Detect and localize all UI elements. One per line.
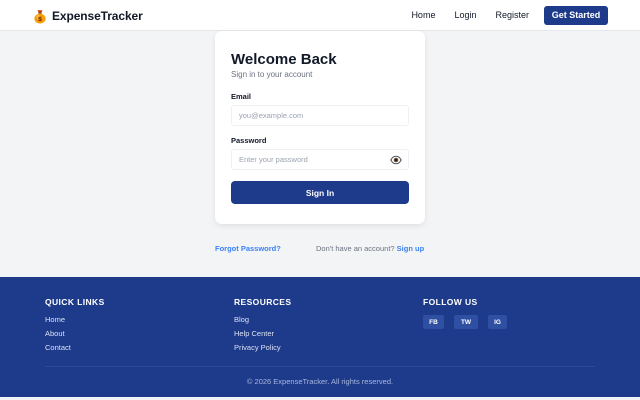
footer-resources: RESOURCES Blog Help Center Privacy Polic… bbox=[234, 297, 291, 357]
svg-text:$: $ bbox=[38, 15, 43, 23]
main-nav: Home Login Register Get Started bbox=[411, 5, 608, 25]
sign-in-button[interactable]: Sign In bbox=[231, 181, 409, 204]
email-field[interactable] bbox=[231, 105, 409, 126]
social-links: FB TW IG bbox=[423, 315, 507, 329]
brand-logo[interactable]: $ ExpenseTracker bbox=[33, 7, 143, 25]
page-subtitle: Sign in to your account bbox=[231, 70, 313, 79]
footer-follow-us: FOLLOW US FB TW IG bbox=[423, 297, 507, 329]
forgot-password-link[interactable]: Forgot Password? bbox=[215, 244, 281, 253]
footer-heading-follow-us: FOLLOW US bbox=[423, 297, 478, 307]
footer-link-contact[interactable]: Contact bbox=[45, 343, 105, 352]
copyright-text: © 2026 ExpenseTracker. All rights reserv… bbox=[246, 377, 394, 386]
footer-heading-quick-links: QUICK LINKS bbox=[45, 297, 105, 307]
instagram-button[interactable]: IG bbox=[488, 315, 507, 329]
password-field[interactable] bbox=[231, 149, 409, 170]
facebook-button[interactable]: FB bbox=[423, 315, 444, 329]
top-navbar: $ ExpenseTracker Home Login Register Get… bbox=[0, 0, 640, 31]
footer-link-blog[interactable]: Blog bbox=[234, 315, 291, 324]
sign-up-link[interactable]: Sign up bbox=[397, 244, 425, 253]
footer-link-about[interactable]: About bbox=[45, 329, 105, 338]
money-bag-icon: $ bbox=[33, 9, 47, 24]
eye-icon[interactable] bbox=[390, 153, 402, 165]
footer-divider bbox=[45, 366, 595, 367]
footer-heading-resources: RESOURCES bbox=[234, 297, 292, 307]
footer-link-privacy-policy[interactable]: Privacy Policy bbox=[234, 343, 291, 352]
page-title: Welcome Back bbox=[231, 51, 337, 68]
nav-login-link[interactable]: Login bbox=[454, 10, 476, 20]
footer-quick-links: QUICK LINKS Home About Contact bbox=[45, 297, 105, 357]
site-footer: QUICK LINKS Home About Contact RESOURCES… bbox=[0, 277, 640, 400]
twitter-button[interactable]: TW bbox=[454, 315, 478, 329]
footer-link-home[interactable]: Home bbox=[45, 315, 105, 324]
login-card: Welcome Back Sign in to your account Ema… bbox=[215, 31, 425, 224]
signup-prompt: Don't have an account? Sign up bbox=[316, 244, 424, 253]
nav-register-link[interactable]: Register bbox=[495, 10, 529, 20]
password-label: Password bbox=[231, 136, 267, 145]
nav-home-link[interactable]: Home bbox=[411, 10, 435, 20]
footer-link-help-center[interactable]: Help Center bbox=[234, 329, 291, 338]
email-label: Email bbox=[231, 92, 252, 101]
brand-name: ExpenseTracker bbox=[52, 9, 143, 23]
get-started-button[interactable]: Get Started bbox=[544, 5, 608, 25]
no-account-text: Don't have an account? bbox=[316, 244, 395, 253]
